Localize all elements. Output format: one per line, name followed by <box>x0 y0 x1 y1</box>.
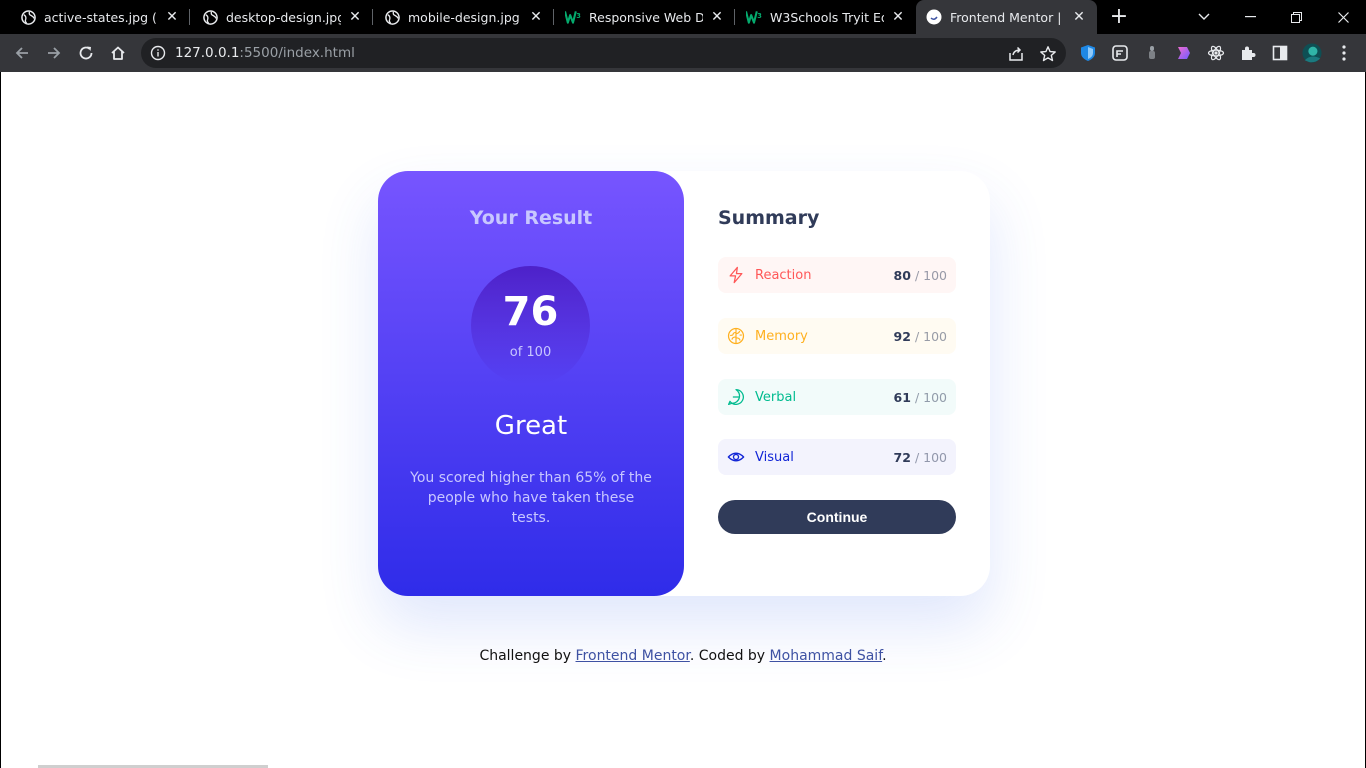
frontend-mentor-icon <box>926 9 942 25</box>
summary-item-label: Memory <box>755 328 808 344</box>
close-tab-icon[interactable]: ✕ <box>890 9 906 25</box>
summary-item-verbal: Verbal 61 / 100 <box>718 379 956 415</box>
extension-dropper-icon[interactable] <box>1142 43 1162 63</box>
url-host: 127.0.0.1 <box>175 45 240 61</box>
close-tab-icon[interactable]: ✕ <box>347 9 363 25</box>
profile-avatar[interactable] <box>1302 43 1322 63</box>
svg-text:3: 3 <box>576 12 581 20</box>
extension-gradient-icon[interactable] <box>1174 43 1194 63</box>
tab-desktop-design[interactable]: desktop-design.jpg (14 ✕ <box>182 0 373 34</box>
eye-icon <box>727 448 745 466</box>
summary-item-score: 72 <box>893 449 911 465</box>
minimize-button[interactable] <box>1227 0 1273 34</box>
summary-item-visual: Visual 72 / 100 <box>718 439 956 475</box>
summary-item-label: Reaction <box>755 267 812 283</box>
restore-button[interactable] <box>1273 0 1319 34</box>
summary-panel: Summary Reaction 80 / 100 Memory 92 / 10… <box>718 207 956 534</box>
summary-item-max: / 100 <box>914 449 947 465</box>
summary-heading: Summary <box>718 207 820 229</box>
summary-item-max: / 100 <box>914 389 947 405</box>
side-panel-icon[interactable] <box>1270 43 1290 63</box>
tab-strip: active-states.jpg (1440 ✕ desktop-design… <box>0 0 1366 34</box>
speech-bubble-icon <box>727 388 745 406</box>
attribution-prefix: Challenge by <box>479 648 576 664</box>
attribution: Challenge by Frontend Mentor. Coded by M… <box>1 648 1365 664</box>
w3schools-icon: 3 <box>746 9 762 25</box>
url-path: :5500/index.html <box>239 45 355 61</box>
bookmark-star-icon[interactable] <box>1039 45 1057 63</box>
address-bar[interactable]: 127.0.0.1:5500/index.html <box>141 38 1066 68</box>
forward-button[interactable] <box>40 39 68 67</box>
summary-item-max: / 100 <box>914 328 947 344</box>
close-tab-icon[interactable]: ✕ <box>528 9 544 25</box>
summary-item-label: Visual <box>755 449 794 465</box>
page-viewport: Your Result 76 of 100 Great You scored h… <box>0 72 1366 768</box>
tab-title: mobile-design.jpg (37 <box>408 9 522 25</box>
tab-title: desktop-design.jpg (14 <box>226 9 341 25</box>
frontend-mentor-link[interactable]: Frontend Mentor <box>576 648 690 664</box>
score-circle: 76 of 100 <box>471 266 590 385</box>
site-info-icon[interactable] <box>150 45 166 61</box>
browser-toolbar: 127.0.0.1:5500/index.html <box>0 34 1366 72</box>
w3schools-icon: 3 <box>565 9 581 25</box>
continue-button[interactable]: Continue <box>718 500 956 534</box>
attribution-middle: . Coded by <box>689 648 770 664</box>
svg-text:3: 3 <box>757 12 762 20</box>
shield-extension-icon[interactable] <box>1078 43 1098 63</box>
tab-search-icon[interactable] <box>1181 0 1227 34</box>
brain-icon <box>727 327 745 345</box>
summary-item-label: Verbal <box>755 389 797 405</box>
tab-w3schools-tryit[interactable]: 3 W3Schools Tryit Editor ✕ <box>726 0 916 34</box>
globe-icon <box>20 9 36 25</box>
result-description: You scored higher than 65% of the people… <box>410 470 652 526</box>
author-link[interactable]: Mohammad Saif <box>770 648 883 664</box>
tab-title: active-states.jpg (1440 <box>44 9 158 25</box>
reload-button[interactable] <box>72 39 100 67</box>
home-button[interactable] <box>104 39 132 67</box>
new-tab-button[interactable]: + <box>1108 6 1130 28</box>
url-text[interactable]: 127.0.0.1:5500/index.html <box>175 45 355 61</box>
result-heading: Your Result <box>469 207 593 229</box>
tab-mobile-design[interactable]: mobile-design.jpg (37 ✕ <box>364 0 554 34</box>
tab-title: Responsive Web Desig <box>589 9 703 25</box>
total-score: 76 <box>502 289 559 335</box>
share-icon[interactable] <box>1007 45 1025 63</box>
extensions-puzzle-icon[interactable] <box>1238 43 1258 63</box>
tab-title: Frontend Mentor | Re <box>950 9 1065 25</box>
lightning-icon <box>727 266 745 284</box>
results-card: Your Result 76 of 100 Great You scored h… <box>378 171 990 596</box>
tab-active-states[interactable]: active-states.jpg (1440 ✕ <box>0 0 190 34</box>
attribution-suffix: . <box>882 648 887 664</box>
tab-frontend-mentor[interactable]: Frontend Mentor | Re ✕ <box>916 0 1097 34</box>
rating-title: Great <box>494 411 568 441</box>
score-of-label: of 100 <box>509 345 552 360</box>
close-tab-icon[interactable]: ✕ <box>1071 9 1087 25</box>
close-tab-icon[interactable]: ✕ <box>164 9 180 25</box>
summary-item-score: 61 <box>893 389 911 405</box>
back-button[interactable] <box>8 39 36 67</box>
globe-icon <box>202 9 218 25</box>
tab-title: W3Schools Tryit Editor <box>770 9 884 25</box>
close-tab-icon[interactable]: ✕ <box>709 9 725 25</box>
summary-item-max: / 100 <box>914 267 947 283</box>
close-window-button[interactable] <box>1320 0 1366 34</box>
chrome-menu-icon[interactable] <box>1334 43 1354 63</box>
summary-item-reaction: Reaction 80 / 100 <box>718 257 956 293</box>
summary-item-memory: Memory 92 / 100 <box>718 318 956 354</box>
tab-responsive-web-design[interactable]: 3 Responsive Web Desig ✕ <box>545 0 735 34</box>
react-devtools-icon[interactable] <box>1206 43 1226 63</box>
result-panel: Your Result 76 of 100 Great You scored h… <box>378 171 684 596</box>
globe-icon <box>384 9 400 25</box>
extension-tool-icon[interactable] <box>1110 43 1130 63</box>
summary-item-score: 80 <box>893 267 911 283</box>
summary-item-score: 92 <box>893 328 911 344</box>
